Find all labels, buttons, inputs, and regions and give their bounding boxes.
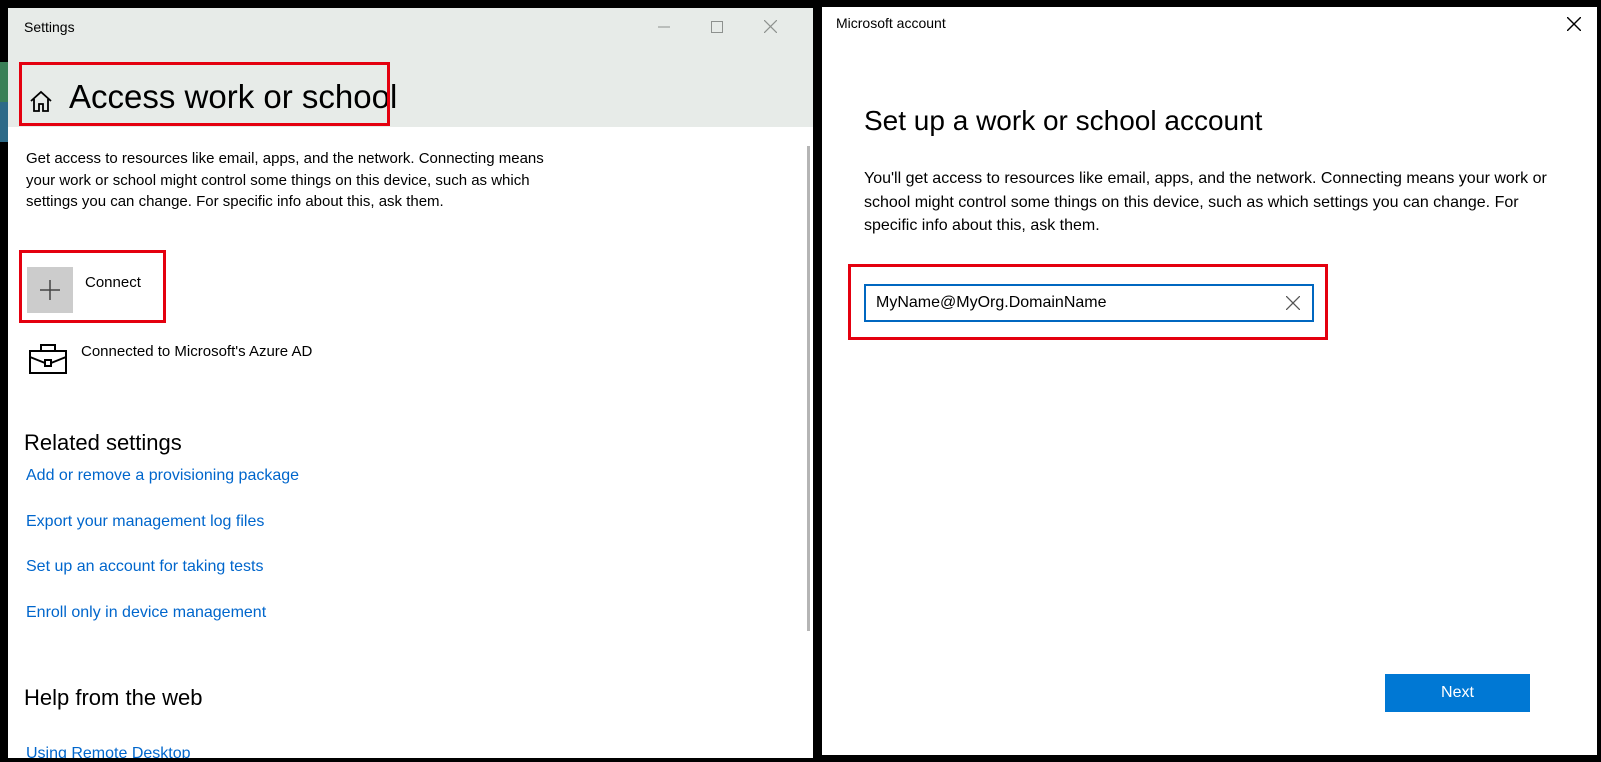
dialog-description: You'll get access to resources like emai… bbox=[864, 170, 1547, 234]
link-provisioning-package[interactable]: Add or remove a provisioning package bbox=[26, 467, 299, 485]
maximize-button[interactable] bbox=[691, 8, 743, 45]
related-settings-heading: Related settings bbox=[24, 430, 182, 455]
dialog-title: Microsoft account bbox=[836, 15, 946, 31]
clear-icon bbox=[1286, 296, 1300, 310]
minimize-icon bbox=[658, 26, 670, 27]
link-remote-desktop[interactable]: Using Remote Desktop bbox=[26, 745, 191, 758]
dialog-heading: Set up a work or school account bbox=[864, 105, 1263, 136]
microsoft-account-dialog: Microsoft account Set up a work or schoo… bbox=[822, 7, 1597, 755]
highlight-box-connect bbox=[19, 250, 166, 323]
close-icon bbox=[763, 20, 777, 33]
close-button[interactable] bbox=[744, 8, 796, 45]
email-field[interactable] bbox=[864, 284, 1314, 322]
email-input[interactable] bbox=[876, 292, 1266, 314]
close-icon bbox=[1567, 17, 1581, 31]
maximize-icon bbox=[711, 20, 723, 33]
link-export-logs[interactable]: Export your management log files bbox=[26, 513, 264, 531]
window-title: Settings bbox=[24, 19, 75, 35]
scrollbar[interactable] bbox=[807, 146, 810, 631]
dialog-close-button[interactable] bbox=[1562, 12, 1586, 36]
help-heading: Help from the web bbox=[24, 685, 203, 710]
azure-account-item[interactable]: Connected to Microsoft's Azure AD bbox=[81, 343, 312, 360]
next-button[interactable]: Next bbox=[1385, 674, 1530, 712]
clear-button[interactable] bbox=[1284, 294, 1302, 312]
highlight-box-title bbox=[19, 62, 390, 126]
minimize-button[interactable] bbox=[638, 8, 690, 45]
briefcase-icon bbox=[28, 343, 68, 375]
desktop-icon-fragment bbox=[0, 60, 8, 150]
page-description: Get access to resources like email, apps… bbox=[26, 150, 544, 210]
link-enroll-device[interactable]: Enroll only in device management bbox=[26, 604, 266, 622]
title-bar: Settings bbox=[8, 8, 813, 45]
link-test-account[interactable]: Set up an account for taking tests bbox=[26, 558, 263, 576]
settings-window: Settings Access work or school Get acces… bbox=[8, 8, 813, 758]
